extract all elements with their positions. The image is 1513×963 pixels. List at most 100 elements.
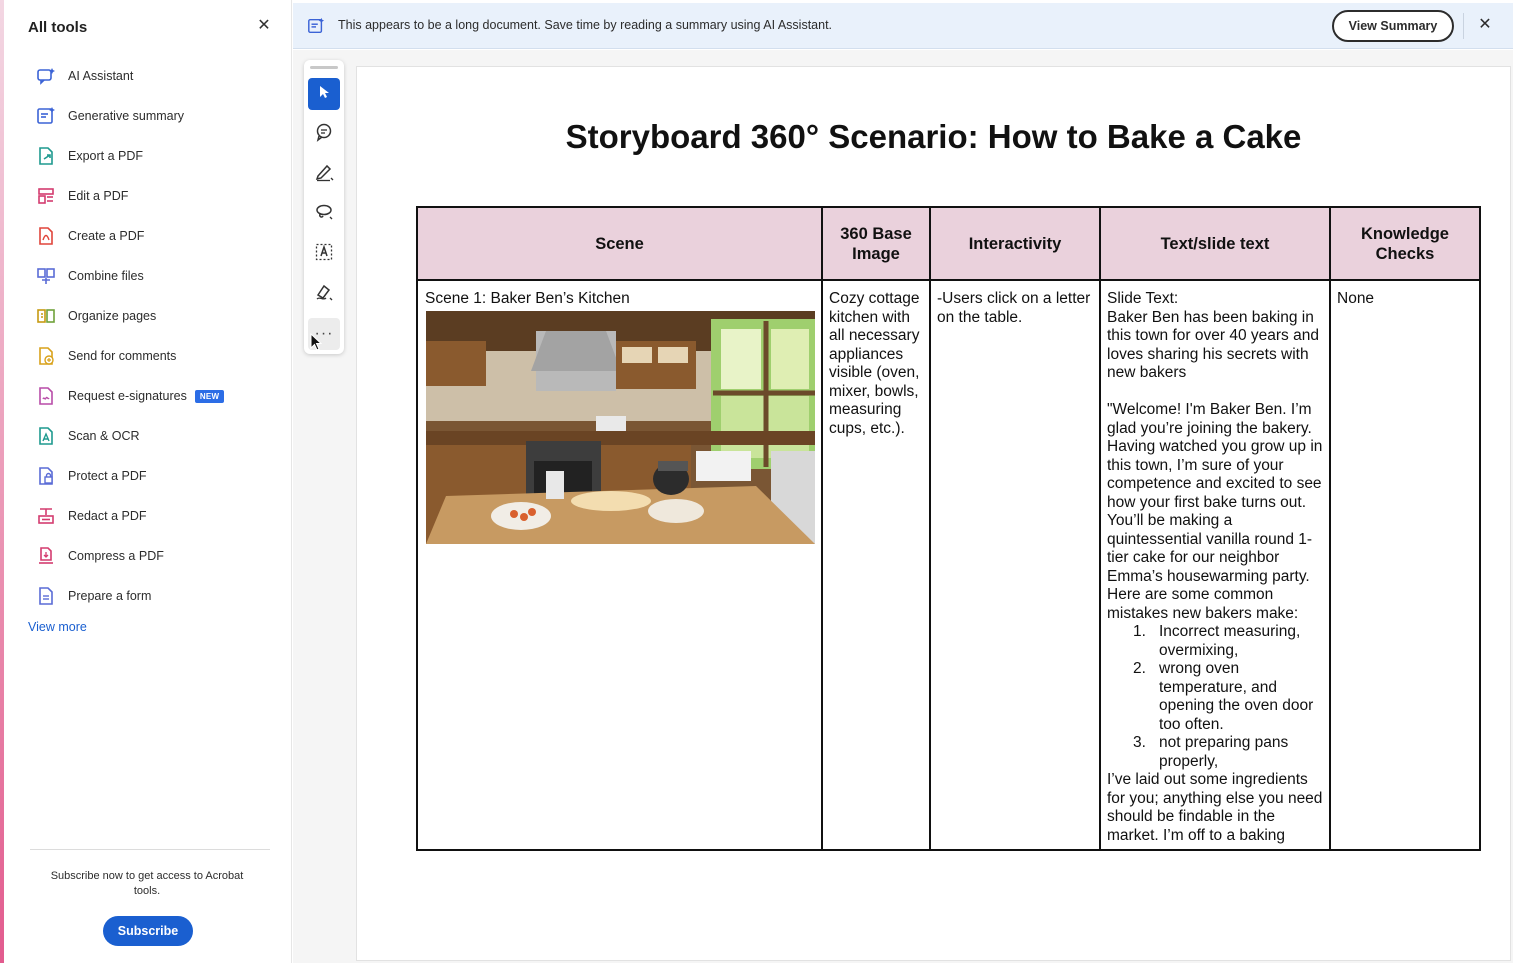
table-row: Scene 1: Baker Ben’s Kitchen Cozy cottag… bbox=[416, 279, 1481, 851]
list-text: wrong oven temperature, and opening the … bbox=[1159, 660, 1314, 733]
cell-knowledge-checks: None bbox=[1329, 279, 1481, 851]
scan-ocr-icon bbox=[36, 426, 56, 446]
edit-pdf-icon bbox=[36, 186, 56, 206]
create-pdf-icon bbox=[36, 226, 56, 246]
tool-label: Send for comments bbox=[68, 349, 177, 363]
tool-label: Request e-signatures bbox=[68, 389, 187, 403]
tool-item-export-pdf[interactable]: Export a PDF bbox=[4, 136, 292, 176]
mistakes-list: 1. Incorrect measuring, overmixing, 2. w… bbox=[1107, 623, 1323, 771]
column-header-scene: Scene bbox=[416, 206, 823, 281]
redact-pdf-icon bbox=[36, 506, 56, 526]
slide-text-closing: I’ve laid out some ingredients for you; … bbox=[1107, 771, 1323, 844]
tool-item-compress-pdf[interactable]: Compress a PDF bbox=[4, 536, 292, 576]
text-select-button[interactable] bbox=[308, 238, 340, 270]
tool-list: AI Assistant Generative summary Export a… bbox=[4, 56, 292, 616]
cell-base-image: Cozy cottage kitchen with all necessary … bbox=[821, 279, 931, 851]
table-header-row: Scene 360 Base Image Interactivity Text/… bbox=[416, 206, 1481, 281]
lasso-icon bbox=[314, 202, 334, 227]
prepare-form-icon bbox=[36, 586, 56, 606]
tool-label: Prepare a form bbox=[68, 589, 152, 603]
tool-item-create-pdf[interactable]: Create a PDF bbox=[4, 216, 292, 256]
draw-tool-button[interactable] bbox=[308, 198, 340, 230]
slide-text-welcome: "Welcome! I'm Baker Ben. I’m glad you’re… bbox=[1107, 401, 1323, 622]
tool-item-redact-pdf[interactable]: Redact a PDF bbox=[4, 496, 292, 536]
generative-summary-icon bbox=[36, 106, 56, 126]
list-number: 1. bbox=[1133, 623, 1146, 640]
list-number: 2. bbox=[1133, 660, 1146, 677]
divider bbox=[30, 849, 270, 850]
list-number: 3. bbox=[1133, 734, 1146, 751]
cursor-arrow-icon bbox=[316, 84, 332, 105]
subscribe-message: Subscribe now to get access to Acrobat t… bbox=[50, 870, 244, 897]
text-box-icon bbox=[314, 242, 334, 267]
list-text: not preparing pans properly, bbox=[1159, 734, 1289, 770]
slide-text-heading: Slide Text: bbox=[1107, 290, 1179, 307]
kitchen-photo bbox=[426, 310, 815, 544]
slide-text-intro: Baker Ben has been baking in this town f… bbox=[1107, 308, 1319, 382]
close-notice-icon[interactable]: ✕ bbox=[1477, 17, 1493, 33]
scene-label: Scene 1: Baker Ben’s Kitchen bbox=[425, 290, 630, 307]
tool-item-edit-pdf[interactable]: Edit a PDF bbox=[4, 176, 292, 216]
add-comment-button[interactable] bbox=[308, 118, 340, 150]
tool-item-organize-pages[interactable]: Organize pages bbox=[4, 296, 292, 336]
generative-summary-icon bbox=[307, 17, 325, 35]
pen-icon bbox=[314, 162, 334, 187]
tool-item-protect-pdf[interactable]: Protect a PDF bbox=[4, 456, 292, 496]
list-item: 1. Incorrect measuring, overmixing, bbox=[1107, 623, 1323, 660]
notice-message: This appears to be a long document. Save… bbox=[338, 18, 833, 32]
tool-label: Edit a PDF bbox=[68, 189, 129, 203]
column-header-slide-text: Text/slide text bbox=[1099, 206, 1331, 281]
panel-title: All tools bbox=[28, 19, 88, 36]
tool-item-send-comments[interactable]: Send for comments bbox=[4, 336, 292, 376]
combine-files-icon bbox=[36, 266, 56, 286]
all-tools-panel: All tools ✕ AI Assistant Generative summ… bbox=[4, 0, 292, 963]
tool-item-ai-assistant[interactable]: AI Assistant bbox=[4, 56, 292, 96]
view-summary-button[interactable]: View Summary bbox=[1332, 10, 1454, 42]
tool-item-scan-ocr[interactable]: Scan & OCR bbox=[4, 416, 292, 456]
list-item: 2. wrong oven temperature, and opening t… bbox=[1107, 660, 1323, 734]
close-panel-icon[interactable]: ✕ bbox=[256, 18, 272, 34]
column-header-interactivity: Interactivity bbox=[929, 206, 1101, 281]
sign-pen-icon bbox=[314, 282, 334, 307]
export-pdf-icon bbox=[36, 146, 56, 166]
list-text: Incorrect measuring, overmixing, bbox=[1159, 623, 1301, 659]
tool-label: AI Assistant bbox=[68, 69, 134, 83]
quick-tools-palette: ··· bbox=[304, 60, 344, 354]
palette-drag-handle[interactable] bbox=[310, 66, 338, 69]
cell-scene: Scene 1: Baker Ben’s Kitchen bbox=[416, 279, 823, 851]
list-item: 3. not preparing pans properly, bbox=[1107, 734, 1323, 771]
ai-summary-notice-bar: This appears to be a long document. Save… bbox=[293, 3, 1513, 49]
tool-item-request-e-signatures[interactable]: Request e-signatures NEW bbox=[4, 376, 292, 416]
column-header-base-image: 360 Base Image bbox=[821, 206, 931, 281]
storyboard-table: Scene 360 Base Image Interactivity Text/… bbox=[416, 206, 1481, 851]
tool-label: Protect a PDF bbox=[68, 469, 147, 483]
tool-label: Combine files bbox=[68, 269, 144, 283]
e-signatures-icon bbox=[36, 386, 56, 406]
column-header-knowledge-checks: Knowledge Checks bbox=[1329, 206, 1481, 281]
tool-label: Redact a PDF bbox=[68, 509, 147, 523]
tool-label: Scan & OCR bbox=[68, 429, 140, 443]
tool-label: Export a PDF bbox=[68, 149, 144, 163]
send-comments-icon bbox=[36, 346, 56, 366]
compress-pdf-icon bbox=[36, 546, 56, 566]
protect-pdf-icon bbox=[36, 466, 56, 486]
tool-item-generative-summary[interactable]: Generative summary bbox=[4, 96, 292, 136]
sign-tool-button[interactable] bbox=[308, 278, 340, 310]
cell-interactivity: -Users click on a letter on the table. bbox=[929, 279, 1101, 851]
comment-icon bbox=[314, 122, 334, 147]
tool-item-prepare-form[interactable]: Prepare a form bbox=[4, 576, 292, 616]
new-badge: NEW bbox=[194, 389, 225, 403]
tool-label: Generative summary bbox=[68, 109, 185, 123]
subscribe-button[interactable]: Subscribe bbox=[103, 916, 193, 946]
tool-label: Create a PDF bbox=[68, 229, 145, 243]
highlight-pen-button[interactable] bbox=[308, 158, 340, 190]
select-tool-button[interactable] bbox=[308, 78, 340, 110]
mouse-pointer-icon bbox=[310, 332, 324, 353]
tool-label: Compress a PDF bbox=[68, 549, 164, 563]
divider bbox=[1463, 13, 1464, 39]
view-more-link[interactable]: View more bbox=[28, 620, 87, 634]
cell-slide-text: Slide Text: Baker Ben has been baking in… bbox=[1099, 279, 1331, 851]
tool-item-combine-files[interactable]: Combine files bbox=[4, 256, 292, 296]
document-title: Storyboard 360° Scenario: How to Bake a … bbox=[565, 118, 1302, 155]
